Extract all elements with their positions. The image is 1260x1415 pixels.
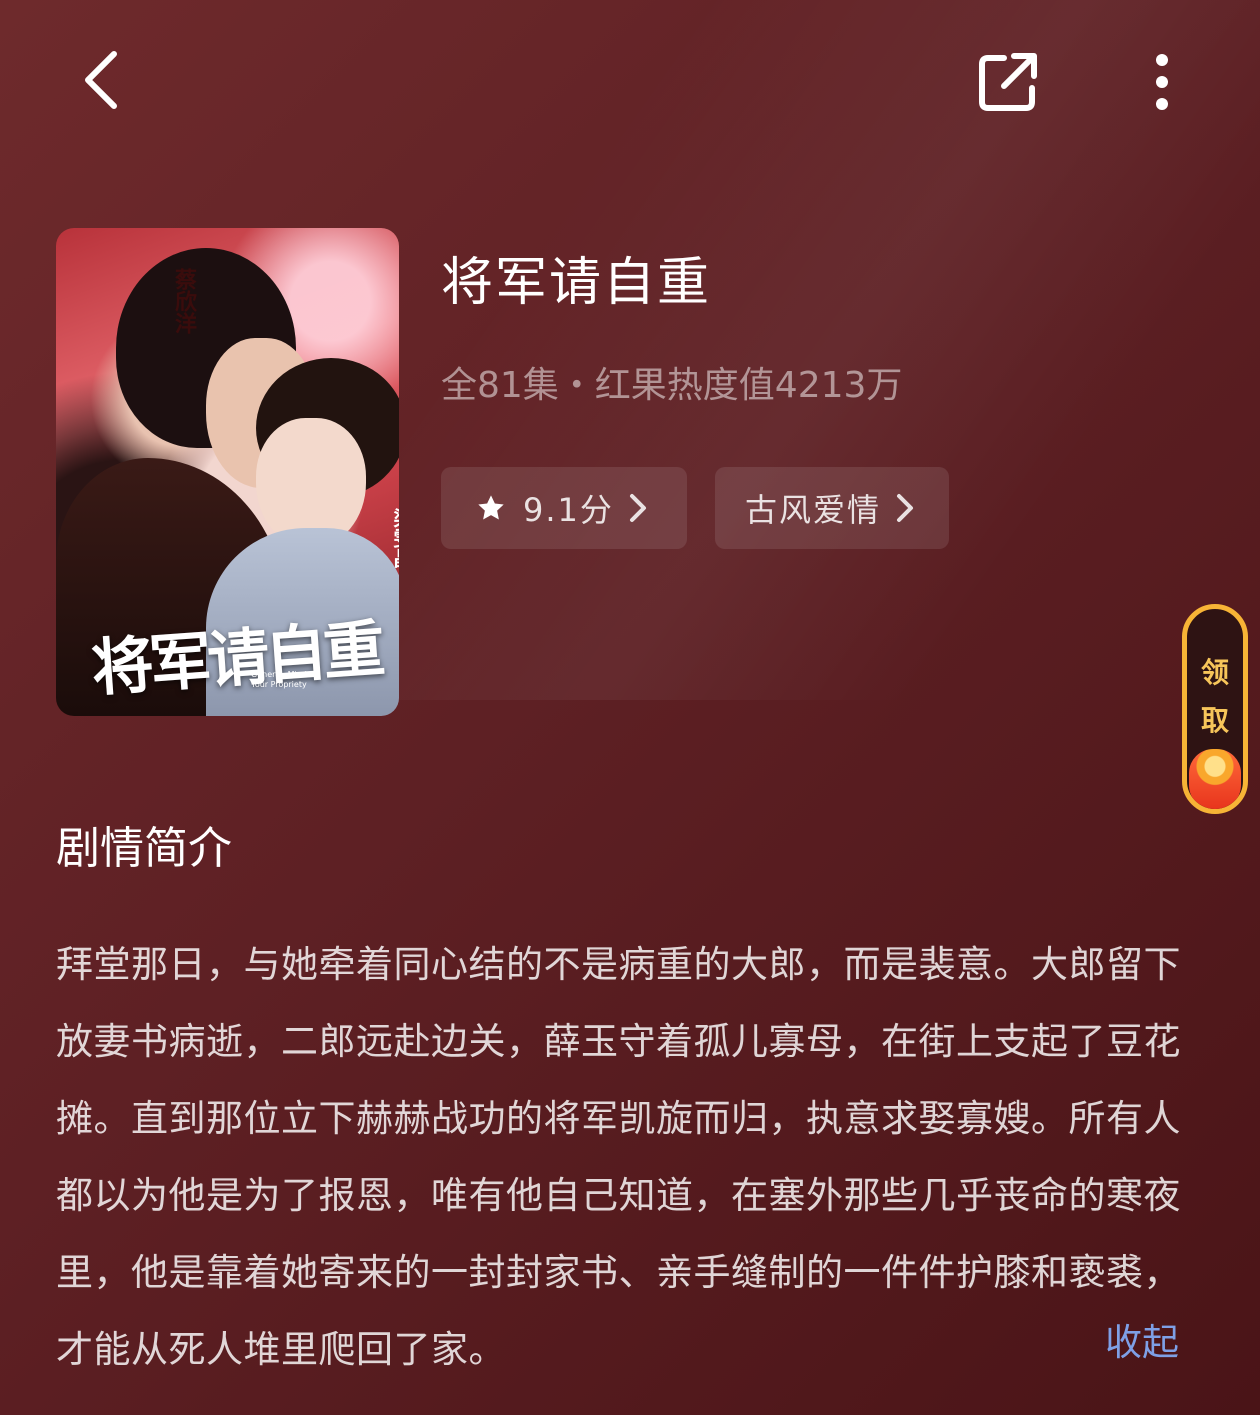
chevron-right-icon bbox=[895, 492, 915, 524]
more-button[interactable] bbox=[1126, 40, 1198, 124]
chevron-right-icon bbox=[628, 492, 648, 524]
rating-chip[interactable]: 9.1分 bbox=[441, 467, 687, 549]
red-envelope-icon bbox=[1189, 749, 1241, 809]
rating-value: 9.1分 bbox=[523, 491, 614, 529]
more-icon bbox=[1156, 54, 1168, 110]
share-icon bbox=[979, 53, 1037, 111]
back-icon bbox=[85, 51, 117, 109]
drama-title: 将军请自重 bbox=[441, 253, 712, 313]
back-button[interactable] bbox=[60, 40, 140, 120]
drama-meta: 全81集・红果热度值4213万 bbox=[441, 365, 903, 406]
poster-english-title: General, Mind Your Propriety bbox=[251, 670, 307, 689]
reward-claim-button[interactable]: 领 取 bbox=[1182, 604, 1248, 814]
genre-chip[interactable]: 古风爱情 bbox=[715, 467, 949, 549]
reward-label-1: 领 bbox=[1200, 656, 1229, 689]
drama-poster[interactable]: 蔡欣洋 梁雯晶 将军请自重 General, Mind Your Proprie… bbox=[56, 228, 399, 716]
star-icon bbox=[475, 492, 507, 524]
collapse-link[interactable]: 收起 bbox=[1105, 1312, 1179, 1366]
poster-actor-2: 梁雯晶 bbox=[390, 508, 399, 568]
synopsis-text: 拜堂那日，与她牵着同心结的不是病重的大郎，而是裴意。大郎留下放妻书病逝，二郎远赴… bbox=[56, 943, 1181, 1371]
share-button[interactable] bbox=[966, 40, 1050, 124]
genre-label: 古风爱情 bbox=[745, 491, 882, 529]
synopsis-heading: 剧情简介 bbox=[56, 823, 232, 874]
reward-label-2: 取 bbox=[1200, 704, 1229, 737]
poster-actor-1: 蔡欣洋 bbox=[171, 268, 197, 334]
top-bar bbox=[0, 0, 1260, 160]
